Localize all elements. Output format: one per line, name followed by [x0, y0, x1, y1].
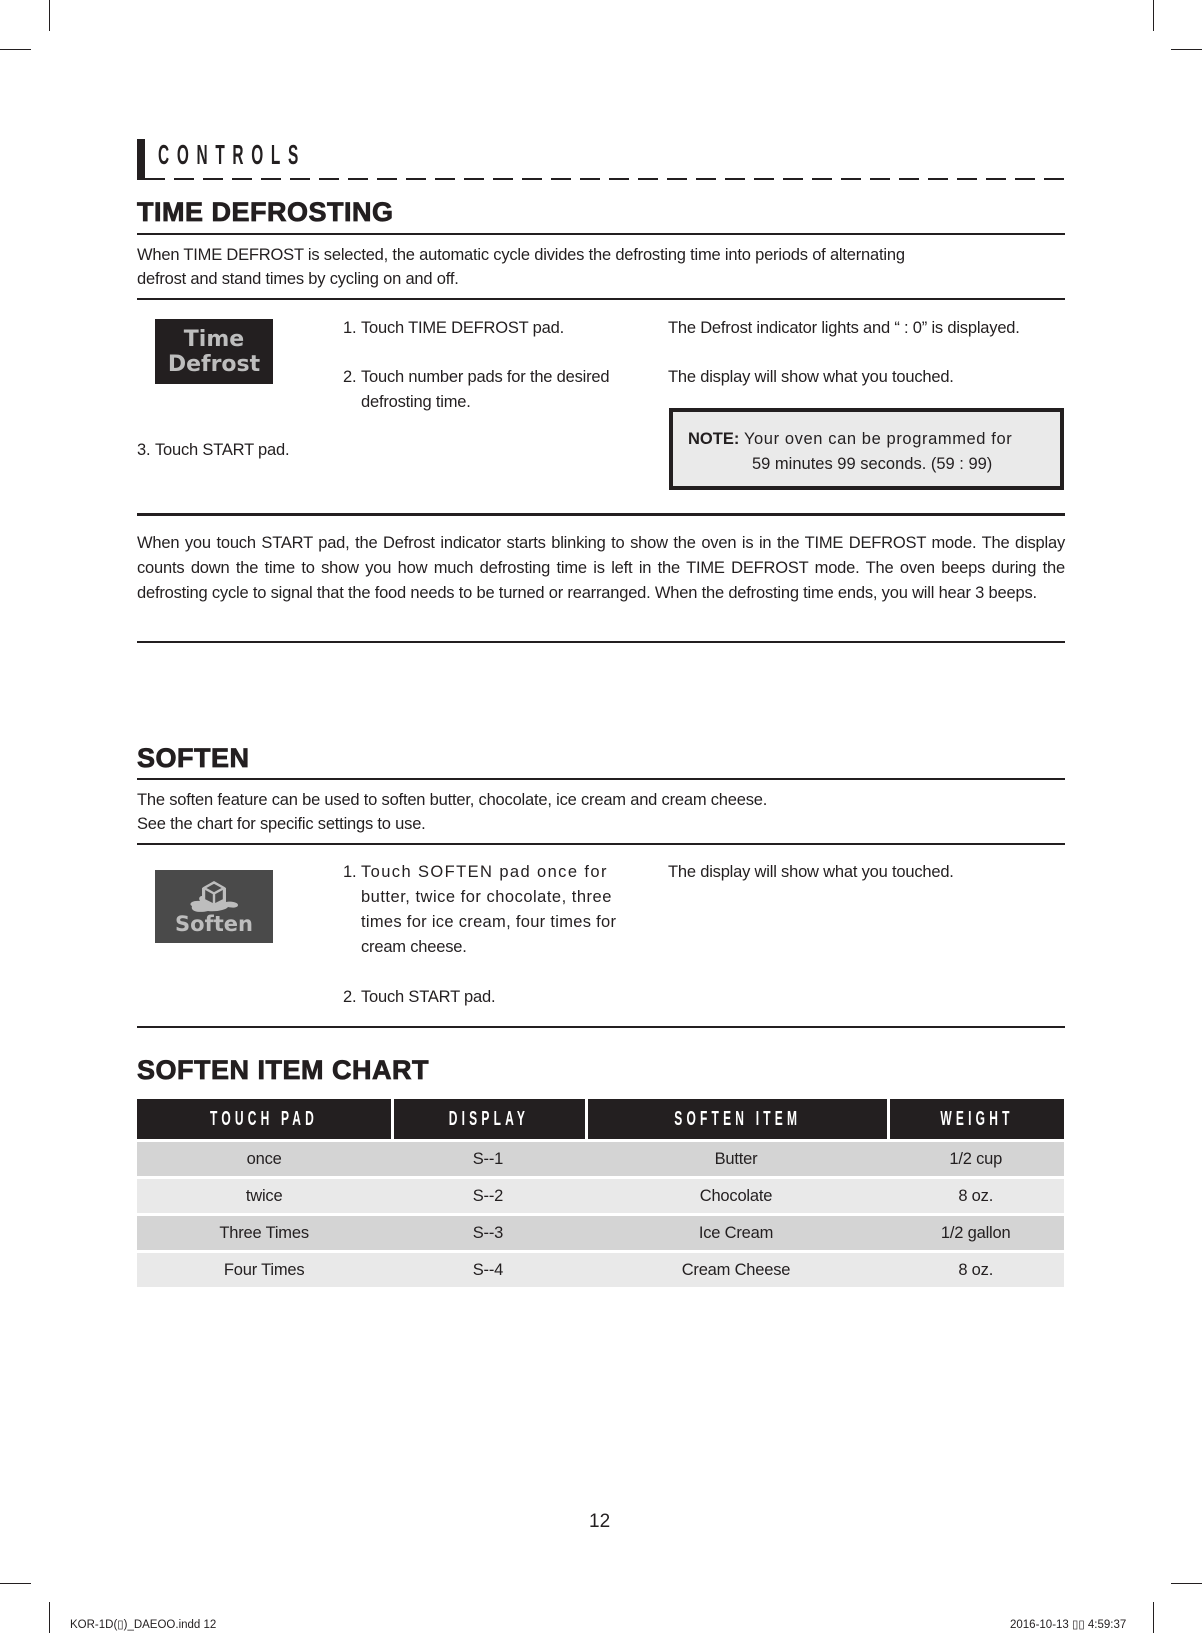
table-cell: S--2: [391, 1179, 585, 1213]
step-3: 3. Touch START pad.: [137, 438, 290, 463]
divider: [137, 298, 1065, 300]
table-row: Three Times S--3 Ice Cream 1/2 gallon: [137, 1216, 1064, 1250]
step-2-result: The display will show what you touched.: [668, 368, 954, 386]
step-number: 2.: [343, 988, 357, 1006]
table-cell: S--4: [391, 1253, 585, 1287]
divider: [137, 1026, 1065, 1028]
soften-step-2: 2. Touch START pad.: [343, 985, 496, 1010]
section-marker-bar: [137, 139, 145, 180]
step-number: 3.: [137, 441, 151, 459]
note-label: NOTE:: [688, 430, 740, 448]
column-header: SOFTEN ITEM: [584, 1099, 888, 1139]
step-1-result: The Defrost indicator lights and “ : 0” …: [668, 319, 1020, 337]
pad-label: Soften: [175, 912, 253, 936]
note-box: NOTE: Your oven can be programmed for 59…: [669, 408, 1064, 490]
crop-mark: [1153, 1602, 1154, 1633]
dashed-divider: [145, 178, 1066, 180]
intro-line: defrost and stand times by cycling on an…: [137, 270, 459, 288]
soften-step-1-result: The display will show what you touched.: [668, 863, 954, 881]
time-defrost-pad-icon: Time Defrost: [155, 319, 273, 384]
table-cell: 1/2 cup: [887, 1142, 1064, 1176]
step-line: Touch SOFTEN pad once for: [361, 863, 608, 881]
step-2: 2. Touch number pads for the desired defr…: [343, 365, 610, 415]
step-number: 1.: [343, 863, 357, 881]
time-defrosting-intro: When TIME DEFROST is selected, the autom…: [137, 243, 905, 291]
table-cell: S--3: [391, 1216, 585, 1250]
note-text: Your oven can be programmed for: [743, 430, 1013, 448]
column-header-label: WEIGHT: [940, 1107, 1014, 1130]
step-line: times for ice cream, four times for: [361, 913, 617, 931]
divider: [137, 778, 1065, 780]
pad-label: Defrost: [167, 351, 261, 377]
column-header: TOUCH PAD: [137, 1099, 392, 1139]
table-cell: twice: [137, 1179, 392, 1213]
table-cell: 8 oz.: [887, 1179, 1064, 1213]
table-header-row: TOUCH PAD DISPLAY SOFTEN ITEM WEIGHT: [137, 1099, 1064, 1139]
column-header: DISPLAY: [391, 1099, 585, 1139]
table-cell: Ice Cream: [584, 1216, 888, 1250]
note-line: NOTE: Your oven can be programmed for: [688, 427, 1046, 452]
step-line: cream cheese.: [361, 938, 467, 956]
intro-line: When TIME DEFROST is selected, the autom…: [137, 246, 905, 264]
crop-mark: [49, 1602, 50, 1633]
table-cell: 1/2 gallon: [887, 1216, 1064, 1250]
table-cell: Chocolate: [584, 1179, 888, 1213]
page-number: 12: [589, 1511, 611, 1532]
column-header-label: DISPLAY: [449, 1107, 530, 1130]
divider: [137, 843, 1065, 845]
table-cell: once: [137, 1142, 392, 1176]
step-text: Touch START pad.: [361, 988, 496, 1006]
time-defrosting-title: TIME DEFROSTING: [137, 197, 394, 228]
soften-title: SOFTEN: [137, 743, 250, 774]
table-cell: S--1: [391, 1142, 585, 1176]
table-row: Four Times S--4 Cream Cheese 8 oz.: [137, 1253, 1064, 1287]
crop-mark: [1153, 0, 1154, 31]
table-cell: 8 oz.: [887, 1253, 1064, 1287]
crop-mark: [1171, 49, 1202, 50]
soften-pad-icon: Soften: [155, 870, 273, 943]
crop-mark: [0, 1583, 31, 1584]
step-text: defrosting time.: [361, 393, 471, 411]
step-1: 1. Touch TIME DEFROST pad.: [343, 316, 564, 341]
step-text: Touch TIME DEFROST pad.: [361, 319, 564, 337]
table-cell: Butter: [584, 1142, 888, 1176]
divider: [137, 233, 1065, 235]
soften-chart-title: SOFTEN ITEM CHART: [137, 1055, 429, 1086]
table-cell: Three Times: [137, 1216, 392, 1250]
step-text: Touch number pads for the desired: [361, 368, 610, 386]
step-text: Touch SOFTEN pad once for butter, twice …: [361, 860, 639, 960]
table-row: twice S--2 Chocolate 8 oz.: [137, 1179, 1064, 1213]
time-defrosting-description: When you touch START pad, the Defrost in…: [137, 534, 1065, 602]
soften-item-table: TOUCH PAD DISPLAY SOFTEN ITEM WEIGHT onc…: [137, 1096, 1064, 1290]
slug-filename: KOR-1D(▯)_DAEOO.indd 12: [70, 1619, 217, 1631]
column-header: WEIGHT: [887, 1099, 1064, 1139]
crop-mark: [1171, 1583, 1202, 1584]
divider: [137, 513, 1065, 516]
table-cell: Four Times: [137, 1253, 392, 1287]
crop-mark: [0, 49, 31, 50]
slug-timestamp: 2016-10-13 ▯▯ 4:59:37: [1010, 1619, 1127, 1631]
soften-intro: The soften feature can be used to soften…: [137, 788, 767, 836]
intro-line: The soften feature can be used to soften…: [137, 791, 768, 809]
divider: [137, 641, 1065, 643]
table-row: once S--1 Butter 1/2 cup: [137, 1142, 1064, 1176]
step-number: 2.: [343, 368, 357, 386]
section-label: CONTROLS: [158, 139, 307, 170]
crop-mark: [49, 0, 50, 31]
table-cell: Cream Cheese: [584, 1253, 888, 1287]
step-text: Touch START pad.: [155, 441, 290, 459]
column-header-label: SOFTEN ITEM: [674, 1107, 801, 1130]
step-number: 1.: [343, 319, 357, 337]
soften-step-1: 1. Touch SOFTEN pad once for butter, twi…: [343, 860, 639, 960]
melting-cube-icon: [190, 881, 238, 912]
note-text: 59 minutes 99 seconds. (59 : 99): [752, 455, 993, 473]
column-header-label: TOUCH PAD: [210, 1107, 319, 1130]
pad-label: Time: [183, 326, 245, 352]
intro-line: See the chart for specific settings to u…: [137, 815, 426, 833]
step-line: butter, twice for chocolate, three: [361, 888, 612, 906]
